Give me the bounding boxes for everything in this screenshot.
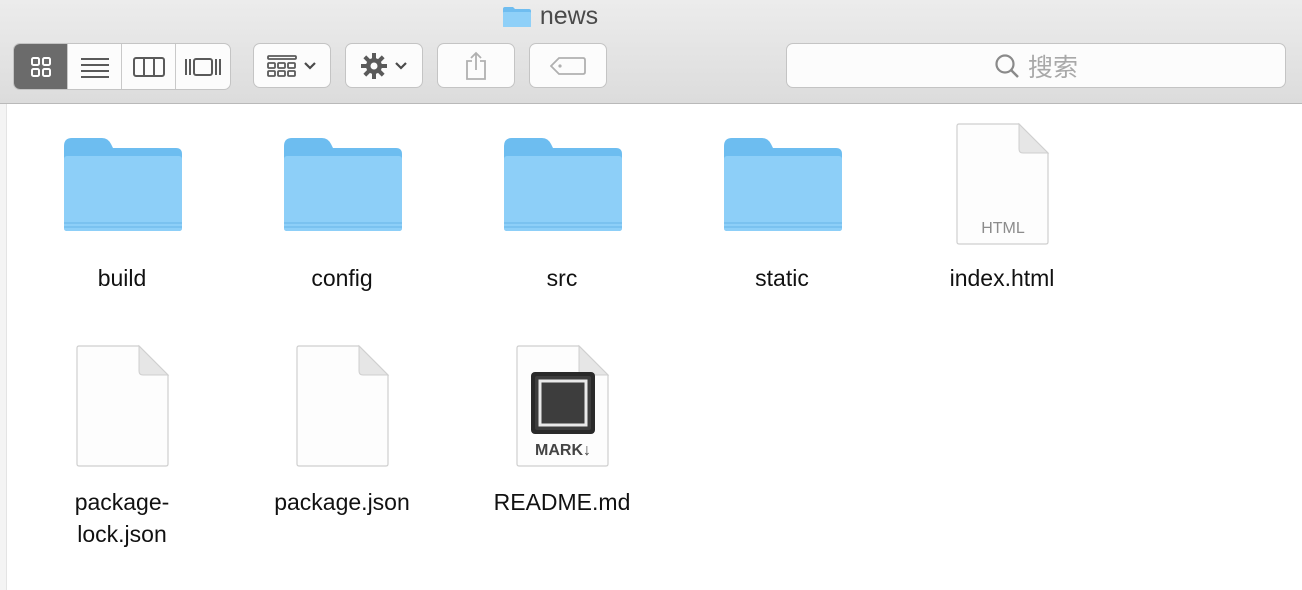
file-item-package-lock-json[interactable]: package- lock.json	[22, 344, 222, 554]
finder-toolbar: news 搜索	[0, 0, 1302, 104]
column-view-button[interactable]	[122, 44, 176, 89]
action-button[interactable]	[345, 43, 423, 88]
file-name: package.json	[274, 489, 410, 515]
html-document-icon: HTML	[956, 122, 1050, 245]
document-icon	[296, 344, 390, 467]
arrange-grid-icon	[267, 54, 297, 77]
tag-icon	[550, 56, 586, 75]
window-left-edge	[0, 104, 7, 590]
file-name-line-1: package-	[74, 489, 170, 515]
list-icon	[80, 57, 109, 78]
gallery-icon	[185, 57, 221, 76]
share-icon	[466, 51, 486, 80]
list-view-button[interactable]	[68, 44, 122, 89]
file-item-static[interactable]: static	[682, 120, 882, 300]
columns-icon	[132, 56, 165, 77]
share-button[interactable]	[437, 43, 515, 88]
file-badge: HTML	[981, 220, 1025, 237]
search-placeholder: 搜索	[1027, 53, 1078, 82]
file-item-index-html[interactable]: HTML index.html	[902, 120, 1102, 300]
chevron-down-icon	[304, 61, 316, 70]
file-name: static	[755, 265, 809, 291]
gear-icon	[361, 52, 387, 79]
folder-icon	[284, 138, 402, 231]
markdown-document-icon: MARK↓	[516, 344, 610, 467]
window-title: news	[0, 2, 1100, 31]
file-name: README.md	[493, 489, 631, 515]
folder-icon	[724, 138, 842, 231]
gallery-view-button[interactable]	[176, 44, 230, 89]
chevron-down-icon	[395, 61, 407, 70]
folder-icon	[502, 6, 531, 27]
file-badge: MARK↓	[535, 442, 591, 459]
document-icon	[76, 344, 170, 467]
file-name: index.html	[949, 265, 1055, 291]
file-item-src[interactable]: src	[462, 120, 662, 300]
search-icon	[995, 53, 1019, 78]
file-item-build[interactable]: build	[22, 120, 222, 300]
arrange-button[interactable]	[253, 43, 331, 88]
file-name: config	[311, 265, 373, 291]
window-title-text: news	[539, 2, 599, 30]
folder-icon	[64, 138, 182, 231]
file-name: src	[546, 265, 578, 291]
file-name-line-2: lock.json	[77, 521, 167, 547]
file-item-package-json[interactable]: package.json	[242, 344, 442, 524]
file-item-readme-md[interactable]: MARK↓ README.md	[462, 344, 662, 524]
folder-icon	[504, 138, 622, 231]
file-name: build	[97, 265, 147, 291]
grid-icon	[30, 56, 51, 77]
view-mode-segmented-control	[13, 43, 231, 90]
file-item-config[interactable]: config	[242, 120, 442, 300]
tags-button[interactable]	[529, 43, 607, 88]
icon-view-button[interactable]	[14, 44, 68, 89]
search-field[interactable]: 搜索	[786, 43, 1286, 88]
